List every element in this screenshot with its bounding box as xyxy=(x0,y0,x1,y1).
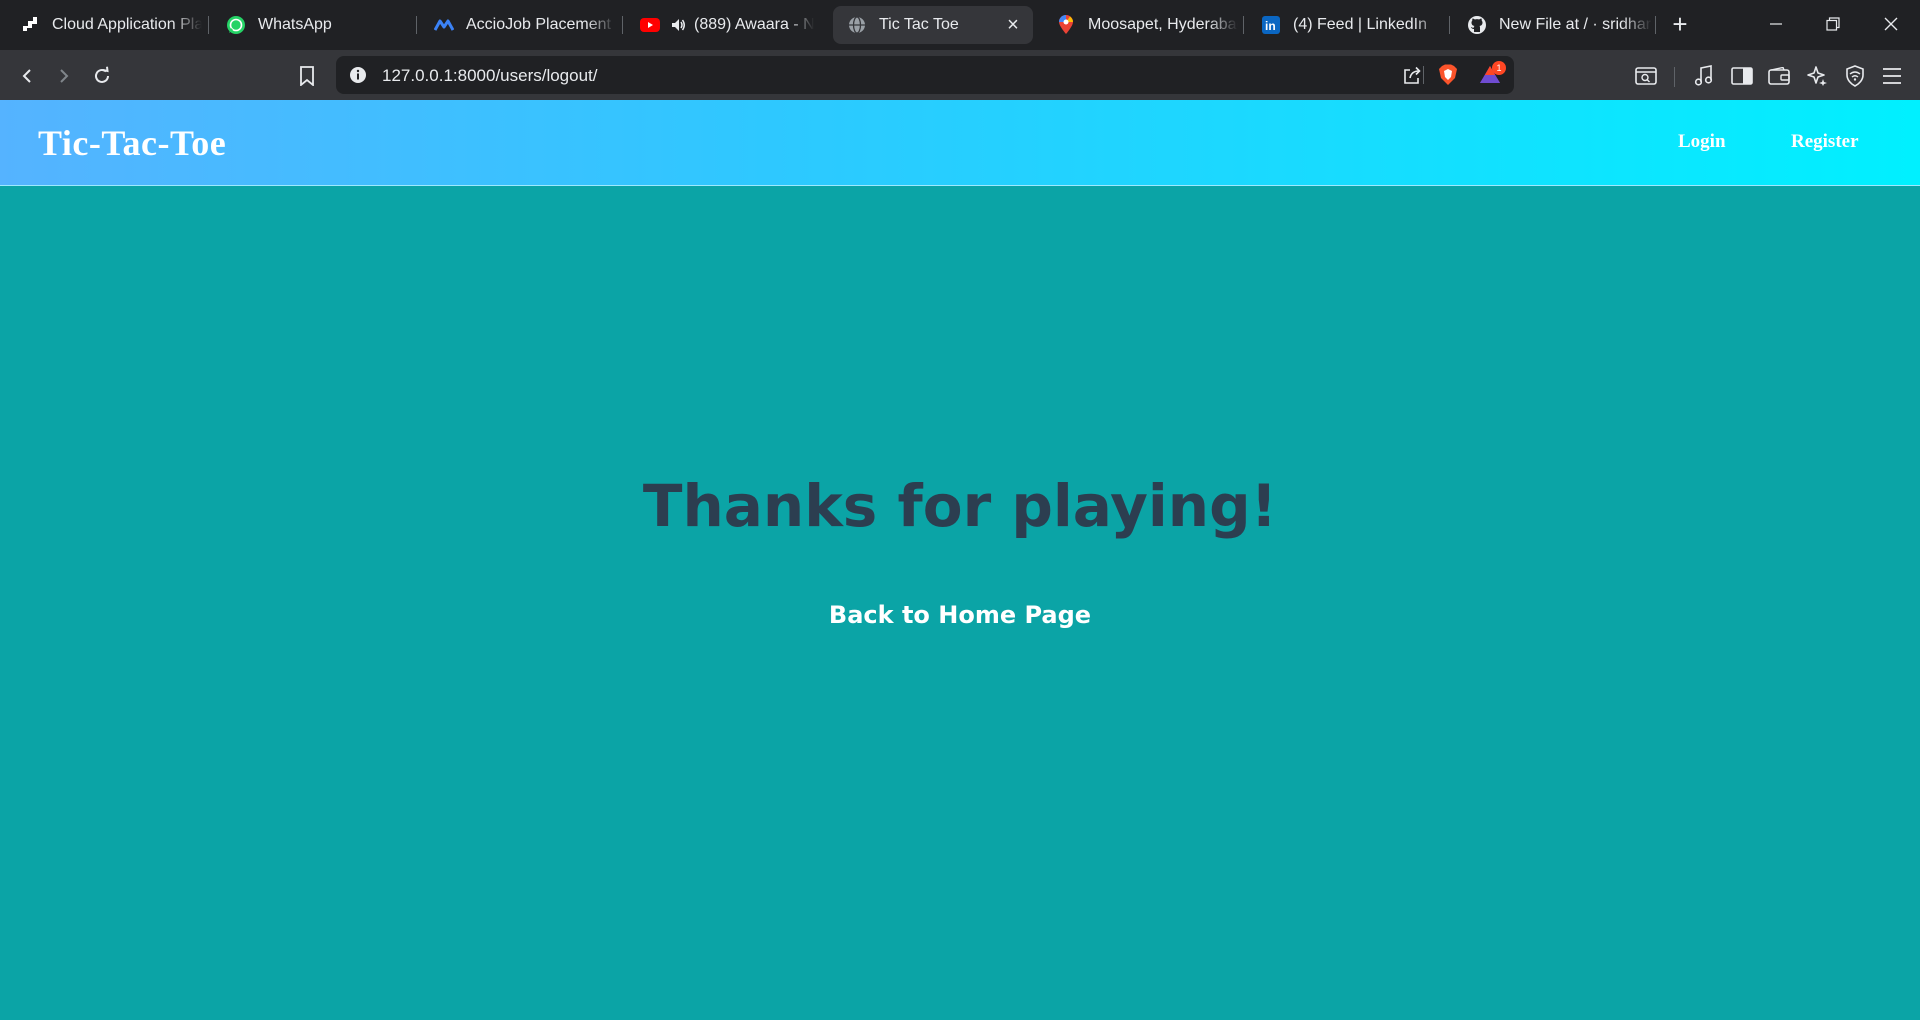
menu-icon[interactable] xyxy=(1878,62,1906,90)
back-button[interactable] xyxy=(13,62,41,90)
brand-logo[interactable]: Tic-Tac-Toe xyxy=(38,122,226,164)
bookmark-icon[interactable] xyxy=(293,62,321,90)
tab-title: WhatsApp xyxy=(258,16,332,33)
close-window-button[interactable] xyxy=(1876,10,1906,38)
tab-acciojob[interactable]: AccioJob Placement R xyxy=(414,6,619,44)
wallet-icon[interactable] xyxy=(1765,62,1793,90)
share-icon[interactable] xyxy=(1400,63,1424,87)
maps-pin-icon xyxy=(1056,15,1076,35)
browser-tab-strip: Cloud Application Plat WhatsApp AccioJob… xyxy=(0,0,1920,50)
cloud-app-icon xyxy=(20,15,40,35)
globe-icon xyxy=(847,15,867,35)
media-controls-icon[interactable] xyxy=(1690,62,1718,90)
tab-title: (4) Feed | LinkedIn xyxy=(1293,16,1428,33)
sidebar-icon[interactable] xyxy=(1728,62,1756,90)
whatsapp-icon xyxy=(226,15,246,35)
tab-linkedin[interactable]: in (4) Feed | LinkedIn xyxy=(1241,6,1446,44)
forward-button[interactable] xyxy=(50,62,78,90)
login-link[interactable]: Login xyxy=(1678,131,1726,153)
address-bar-url[interactable]: 127.0.0.1:8000/users/logout/ xyxy=(382,66,598,86)
tab-title: (889) Awaara - Ne xyxy=(694,16,814,33)
tab-title: Moosapet, Hyderabad xyxy=(1088,16,1238,33)
vpn-icon[interactable] xyxy=(1841,62,1869,90)
tab-search-icon[interactable] xyxy=(1632,62,1660,90)
register-link[interactable]: Register xyxy=(1791,131,1859,153)
tab-youtube[interactable]: (889) Awaara - Ne xyxy=(620,6,825,44)
tab-google-maps[interactable]: Moosapet, Hyderabad xyxy=(1036,6,1241,44)
notification-badge: 1 xyxy=(1492,61,1506,75)
speaker-icon[interactable] xyxy=(668,15,688,35)
leo-ai-icon[interactable] xyxy=(1803,62,1831,90)
tab-divider xyxy=(1655,16,1656,34)
tab-github[interactable]: New File at / · sridhar xyxy=(1447,6,1652,44)
omnibox-divider xyxy=(1423,66,1424,84)
main-content: Thanks for playing! Back to Home Page xyxy=(0,187,1920,1020)
github-icon xyxy=(1467,15,1487,35)
tab-title: Cloud Application Plat xyxy=(52,16,202,33)
back-home-container: Back to Home Page xyxy=(0,601,1920,629)
linkedin-icon: in xyxy=(1261,15,1281,35)
page-title: Thanks for playing! xyxy=(642,472,1278,540)
site-info-icon[interactable] xyxy=(346,63,370,87)
back-to-home-link[interactable]: Back to Home Page xyxy=(829,601,1091,629)
toolbar-divider xyxy=(1674,67,1675,87)
new-tab-button[interactable]: + xyxy=(1666,10,1694,38)
youtube-icon xyxy=(640,15,660,35)
brave-shields-icon[interactable] xyxy=(1436,63,1460,87)
tab-cloud-application[interactable]: Cloud Application Plat xyxy=(0,6,205,44)
close-tab-icon[interactable]: × xyxy=(1003,15,1023,35)
svg-text:in: in xyxy=(1265,19,1276,33)
tab-title: New File at / · sridhar xyxy=(1499,16,1652,33)
reload-button[interactable] xyxy=(88,62,116,90)
restore-button[interactable] xyxy=(1818,10,1848,38)
address-bar[interactable]: 127.0.0.1:8000/users/logout/ 1 xyxy=(336,56,1514,94)
tab-tic-tac-toe[interactable]: Tic Tac Toe × xyxy=(833,6,1033,44)
brave-rewards-icon[interactable]: 1 xyxy=(1478,61,1506,87)
tab-title: AccioJob Placement R xyxy=(466,16,616,33)
minimize-button[interactable] xyxy=(1761,10,1791,38)
tab-whatsapp[interactable]: WhatsApp xyxy=(206,6,416,44)
acciojob-icon xyxy=(434,15,454,35)
tab-title: Tic Tac Toe xyxy=(879,16,959,33)
site-navbar: Tic-Tac-Toe Login Register xyxy=(0,100,1920,186)
